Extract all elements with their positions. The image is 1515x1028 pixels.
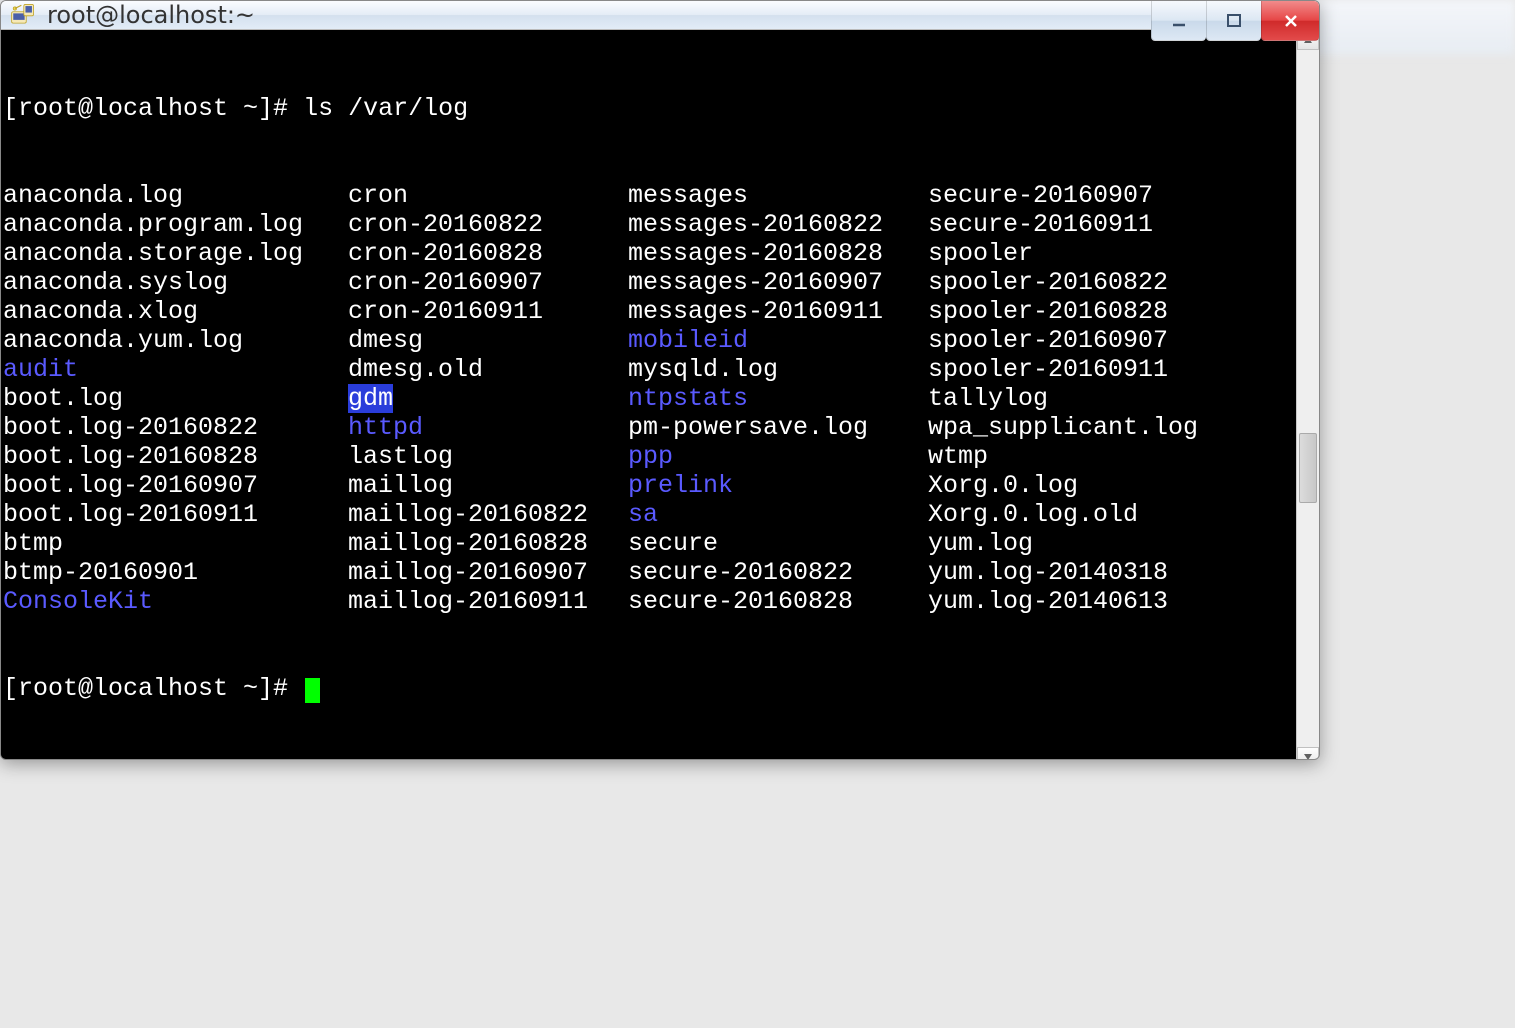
ls-entry: wtmp — [928, 442, 1294, 471]
ls-entry: messages-20160911 — [628, 297, 928, 326]
ls-entry: anaconda.yum.log — [3, 326, 348, 355]
ls-entry: messages — [628, 181, 928, 210]
ls-entry: cron — [348, 181, 628, 210]
command: ls /var/log — [303, 94, 468, 123]
ls-entry: messages-20160828 — [628, 239, 928, 268]
ls-entry: dmesg.old — [348, 355, 628, 384]
close-button[interactable] — [1261, 1, 1319, 41]
ls-entry: ntpstats — [628, 384, 928, 413]
minimize-button[interactable] — [1151, 1, 1206, 41]
ls-entry: maillog-20160907 — [348, 558, 628, 587]
cursor — [305, 678, 320, 703]
scrollbar-thumb[interactable] — [1299, 433, 1317, 503]
ls-entry: sa — [628, 500, 928, 529]
ls-entry: cron-20160907 — [348, 268, 628, 297]
ls-entry: secure-20160828 — [628, 587, 928, 616]
ls-entry: spooler-20160907 — [928, 326, 1294, 355]
ls-entry: secure-20160907 — [928, 181, 1294, 210]
ls-entry: maillog-20160828 — [348, 529, 628, 558]
scroll-down-button[interactable] — [1297, 747, 1319, 760]
titlebar[interactable]: root@localhost:~ — [1, 1, 1319, 30]
ls-entry: spooler — [928, 239, 1294, 268]
prompt: [root@localhost ~]# — [3, 674, 303, 703]
ls-entry: boot.log-20160828 — [3, 442, 348, 471]
ls-entry: anaconda.storage.log — [3, 239, 348, 268]
ls-entry: anaconda.xlog — [3, 297, 348, 326]
ls-entry: spooler-20160828 — [928, 297, 1294, 326]
window-title: root@localhost:~ — [47, 1, 255, 29]
ls-entry: prelink — [628, 471, 928, 500]
ls-entry: Xorg.0.log.old — [928, 500, 1294, 529]
ls-entry: mysqld.log — [628, 355, 928, 384]
prompt: [root@localhost ~]# — [3, 94, 303, 123]
maximize-button[interactable] — [1206, 1, 1261, 41]
ls-entry: tallylog — [928, 384, 1294, 413]
ls-entry: ppp — [628, 442, 928, 471]
ls-entry: dmesg — [348, 326, 628, 355]
ls-entry: gdm — [348, 384, 628, 413]
ls-entry: anaconda.program.log — [3, 210, 348, 239]
ls-entry: maillog-20160822 — [348, 500, 628, 529]
ls-output: anaconda.logcronmessagessecure-20160907 a… — [3, 181, 1294, 616]
ls-entry: Xorg.0.log — [928, 471, 1294, 500]
ls-entry: lastlog — [348, 442, 628, 471]
ls-entry: pm-powersave.log — [628, 413, 928, 442]
ls-entry: btmp-20160901 — [3, 558, 348, 587]
ls-entry: cron-20160828 — [348, 239, 628, 268]
ls-entry: anaconda.syslog — [3, 268, 348, 297]
ls-entry: btmp — [3, 529, 348, 558]
ls-entry: anaconda.log — [3, 181, 348, 210]
ls-entry: spooler-20160911 — [928, 355, 1294, 384]
ls-entry: ConsoleKit — [3, 587, 348, 616]
ls-entry: httpd — [348, 413, 628, 442]
ls-entry: yum.log — [928, 529, 1294, 558]
terminal[interactable]: [root@localhost ~]# ls /var/log anaconda… — [1, 30, 1296, 760]
ls-entry: secure-20160911 — [928, 210, 1294, 239]
ls-entry: maillog — [348, 471, 628, 500]
ls-entry: mobileid — [628, 326, 928, 355]
window-controls — [1151, 1, 1319, 41]
ls-entry: boot.log-20160911 — [3, 500, 348, 529]
putty-window: root@localhost:~ [root@localhost ~]# ls … — [0, 0, 1320, 760]
ls-entry: cron-20160911 — [348, 297, 628, 326]
ls-entry: audit — [3, 355, 348, 384]
ls-entry: cron-20160822 — [348, 210, 628, 239]
ls-entry: messages-20160907 — [628, 268, 928, 297]
ls-entry: yum.log-20140318 — [928, 558, 1294, 587]
ls-entry: boot.log — [3, 384, 348, 413]
scrollbar-track[interactable] — [1297, 50, 1319, 747]
ls-entry: boot.log-20160822 — [3, 413, 348, 442]
putty-icon — [9, 1, 37, 29]
ls-entry: maillog-20160911 — [348, 587, 628, 616]
ls-entry: wpa_supplicant.log — [928, 413, 1294, 442]
ls-entry: yum.log-20140613 — [928, 587, 1294, 616]
scrollbar[interactable] — [1296, 30, 1319, 760]
ls-entry: boot.log-20160907 — [3, 471, 348, 500]
ls-entry: secure — [628, 529, 928, 558]
ls-entry: secure-20160822 — [628, 558, 928, 587]
ls-entry: messages-20160822 — [628, 210, 928, 239]
ls-entry: spooler-20160822 — [928, 268, 1294, 297]
